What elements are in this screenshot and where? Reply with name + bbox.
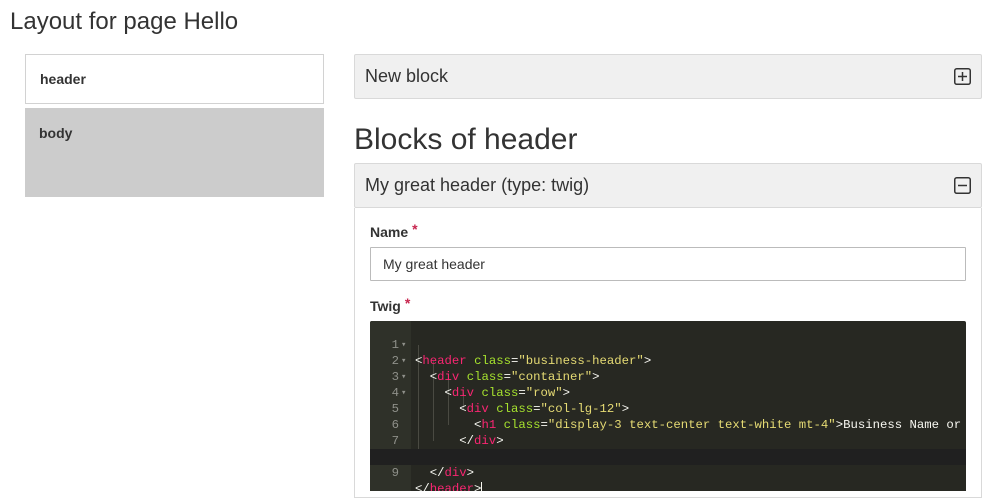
block-form: Name* Twig* 1▾ <header class="business-h… (354, 208, 982, 498)
required-marker: * (412, 221, 418, 237)
new-block-panel[interactable]: New block (354, 54, 982, 99)
line-number: 9 (391, 466, 399, 480)
code-line: 1 ▾ <header class="business-header"> (370, 321, 966, 368)
zone-item-label: header (40, 71, 86, 87)
twig-label: Twig * (370, 295, 965, 314)
zone-item-label: body (39, 125, 73, 141)
code-line: 7 </div> (370, 417, 966, 464)
block-panel-header[interactable]: My great header (type: twig) (354, 163, 982, 208)
zone-item-body[interactable]: body (25, 108, 324, 197)
zone-sidebar: header body (25, 54, 324, 197)
code-line: 2 ▾ <div class="container"> (370, 337, 966, 384)
code-line-active: 9 </header> (370, 449, 966, 491)
code-line: 5 <h1 class="display-3 text-center text-… (370, 385, 966, 432)
code-line: 8 </div> (370, 433, 966, 480)
block-title: My great header (type: twig) (365, 175, 590, 195)
new-block-label: New block (365, 66, 449, 86)
block-panel: My great header (type: twig) Name* Twig* (354, 163, 982, 498)
name-label: Name * (370, 221, 965, 240)
code-line: 4 ▾ <div class="col-lg-12"> (370, 369, 966, 416)
twig-label-text: Twig (370, 298, 401, 314)
section-heading: Blocks of header (354, 123, 578, 156)
name-label-text: Name (370, 224, 409, 240)
minus-square-icon[interactable] (954, 177, 971, 194)
code-line: 3 ▾ <div class="row"> (370, 353, 966, 400)
zone-item-header[interactable]: header (25, 54, 324, 104)
twig-code-editor[interactable]: 1 ▾ <header class="business-header"> 2 ▾ <… (370, 321, 966, 491)
code-line: 6 </div> (370, 401, 966, 448)
plus-square-icon[interactable] (954, 68, 971, 85)
required-marker: * (404, 295, 411, 311)
page-title: Layout for page Hello (10, 8, 239, 35)
name-input[interactable] (370, 247, 966, 281)
main-content: New block Blocks of header My great head… (354, 54, 982, 498)
